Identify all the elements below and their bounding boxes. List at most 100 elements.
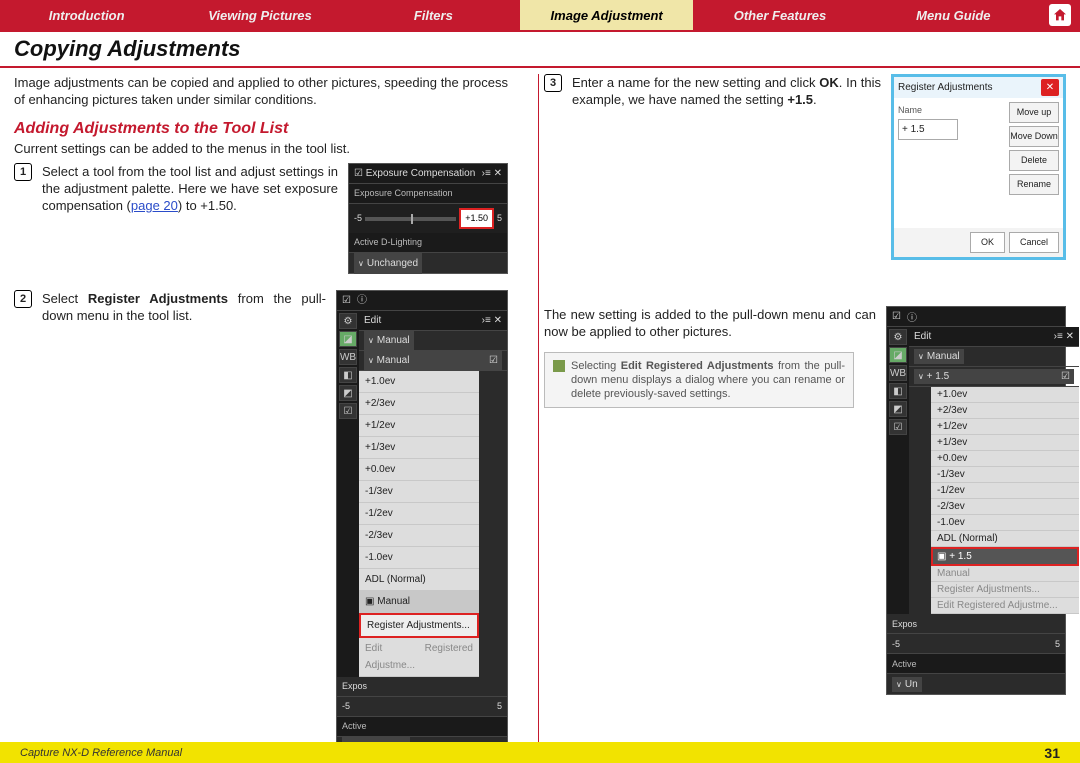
menu-item: -1/3ev: [359, 481, 479, 503]
adjust-icon: ◩: [339, 385, 357, 401]
register-adjustments-label: Register Adjustments: [88, 291, 228, 306]
menu-item: +1.0ev: [931, 387, 1079, 403]
page-number: 31: [1044, 745, 1060, 761]
register-menu-screenshot: ☑ⓘ ⚙ ◪ WB ◧ ◩ ☑ Edit›≡ ✕ ∨ Manual: [336, 290, 508, 758]
manual-dd: Manual: [377, 332, 410, 349]
tab-other-features[interactable]: Other Features: [693, 0, 866, 30]
tab-introduction[interactable]: Introduction: [0, 0, 173, 30]
delete-button: Delete: [1009, 150, 1059, 171]
home-button[interactable]: [1040, 0, 1080, 30]
close-icon: ✕: [1041, 79, 1059, 96]
tab-image-adjustment[interactable]: Image Adjustment: [520, 0, 693, 30]
preset-menu: +1.0ev +2/3ev +1/2ev +1/3ev +0.0ev -1/3e…: [359, 371, 479, 677]
menu-item: ADL (Normal): [931, 531, 1079, 547]
gear-icon: ⚙: [339, 313, 357, 329]
footer-title: Capture NX-D Reference Manual: [20, 747, 182, 759]
menu-item: +2/3ev: [931, 403, 1079, 419]
manual-item: Manual: [377, 596, 410, 607]
rename-button: Rename: [1009, 174, 1059, 195]
tab-viewing-pictures[interactable]: Viewing Pictures: [173, 0, 346, 30]
register-item: Register Adjustments...: [931, 582, 1079, 598]
content-area: Image adjustments can be copied and appl…: [0, 74, 1080, 750]
adjust-icon: ◩: [889, 401, 907, 417]
page-20-link[interactable]: page 20: [131, 198, 178, 213]
ok-label: OK: [819, 75, 839, 90]
menu-item: +1/2ev: [359, 415, 479, 437]
manual-item: Manual: [931, 566, 1079, 582]
register-dialog-screenshot: Register Adjustments ✕ Name + 1.5 Move up…: [891, 74, 1066, 260]
wb-icon: WB: [889, 365, 907, 381]
edit-registered-label: Edit Registered Adjustments: [621, 360, 774, 372]
name-field: + 1.5: [898, 119, 958, 140]
tone-icon: ◧: [889, 383, 907, 399]
page-footer: Capture NX-D Reference Manual 31: [0, 742, 1080, 763]
top-nav: Introduction Viewing Pictures Filters Im…: [0, 0, 1080, 32]
menu-item: -1/3ev: [931, 467, 1079, 483]
adl-value: Unchanged: [367, 255, 418, 272]
ok-button: OK: [970, 232, 1005, 253]
home-icon: [1049, 4, 1071, 26]
menu-item: -1/2ev: [931, 483, 1079, 499]
move-down-button: Move Down: [1009, 126, 1059, 147]
wb-icon: WB: [339, 349, 357, 365]
move-up-button: Move up: [1009, 102, 1059, 123]
column-divider: [538, 74, 539, 750]
menu-item: -2/3ev: [359, 525, 479, 547]
ev-icon: ☑: [889, 419, 907, 435]
tab-menu-guide[interactable]: Menu Guide: [867, 0, 1040, 30]
tip-box: Selecting Edit Registered Adjustments fr…: [544, 352, 854, 408]
panel1-title: Exposure Compensation: [366, 168, 476, 179]
name-label: Name: [898, 102, 1001, 119]
menu-item: +0.0ev: [931, 451, 1079, 467]
exposure-panel-screenshot: ☑ Exposure Compensation›≡ ✕ Exposure Com…: [348, 163, 508, 274]
slider-min: -5: [354, 210, 362, 227]
step-2: 2 ☑ⓘ ⚙ ◪ WB ◧ ◩ ☑: [14, 290, 508, 762]
menu-item: +2/3ev: [359, 393, 479, 415]
menu-item: +0.0ev: [359, 459, 479, 481]
ev-icon: ☑: [339, 403, 357, 419]
adl-label: Active D-Lighting: [349, 233, 507, 253]
panel1-sub: Exposure Compensation: [349, 184, 507, 204]
menu-item: +1/3ev: [359, 437, 479, 459]
slider-max: 5: [497, 210, 502, 227]
menu-item: -1/2ev: [359, 503, 479, 525]
preset-menu-2: +1.0ev +2/3ev +1/2ev +1/3ev +0.0ev -1/3e…: [931, 387, 1079, 614]
tool-icon-column: ⚙ ◪ WB ◧ ◩ ☑: [337, 311, 359, 677]
menu-item: +1/3ev: [931, 435, 1079, 451]
menu-item: -1.0ev: [359, 547, 479, 569]
section-subtext: Current settings can be added to the men…: [14, 140, 508, 157]
page-title: Copying Adjustments: [0, 32, 1080, 64]
edit-label: Edit: [364, 312, 381, 329]
step-number-2: 2: [14, 290, 32, 308]
step-1-text: ☑ Exposure Compensation›≡ ✕ Exposure Com…: [42, 163, 508, 278]
dialog-title: Register Adjustments: [898, 79, 993, 96]
step-3: 3 Register Adjustments ✕ Name + 1.5 Move …: [544, 74, 1066, 264]
tone-icon: ◧: [339, 367, 357, 383]
title-rule: [0, 66, 1080, 68]
right-column: 3 Register Adjustments ✕ Name + 1.5 Move …: [526, 74, 1066, 750]
setting-name-label: +1.5: [787, 92, 813, 107]
step-number-1: 1: [14, 163, 32, 181]
menu-item: -1.0ev: [931, 515, 1079, 531]
gear-icon: ⚙: [889, 329, 907, 345]
panel1-slider: -5 +1.50 5: [349, 204, 507, 233]
tip-icon: [553, 360, 565, 372]
register-adjustments-item: Register Adjustments...: [359, 613, 479, 638]
exposure-icon: ◪: [889, 347, 907, 363]
menu-item: +1.0ev: [359, 371, 479, 393]
step-2-text: ☑ⓘ ⚙ ◪ WB ◧ ◩ ☑ Edit›≡ ✕ ∨ Manual: [42, 290, 508, 762]
menu-item: ADL (Normal): [359, 569, 479, 591]
tool-icon-column-2: ⚙ ◪ WB ◧ ◩ ☑: [887, 327, 909, 614]
step-3-text: Register Adjustments ✕ Name + 1.5 Move up…: [572, 74, 1066, 264]
cancel-button: Cancel: [1009, 232, 1059, 253]
step-number-3: 3: [544, 74, 562, 92]
section-heading: Adding Adjustments to the Tool List: [14, 120, 508, 138]
edit-registered-item: Edit Registered Adjustme...: [359, 638, 479, 677]
result-block: ☑ⓘ ⚙ ◪ WB ◧ ◩ ☑ Edit›≡ ✕ ∨ Manual ∨ + 1.…: [544, 306, 1066, 408]
exposure-icon: ◪: [339, 331, 357, 347]
tab-filters[interactable]: Filters: [347, 0, 520, 30]
step-1: 1 ☑ Exposure Compensation›≡ ✕ Exposure C…: [14, 163, 508, 278]
slider-value: +1.50: [459, 208, 494, 229]
new-preset-item: + 1.5: [949, 551, 972, 562]
edit-reg-item: Edit Registered Adjustme...: [931, 598, 1079, 614]
